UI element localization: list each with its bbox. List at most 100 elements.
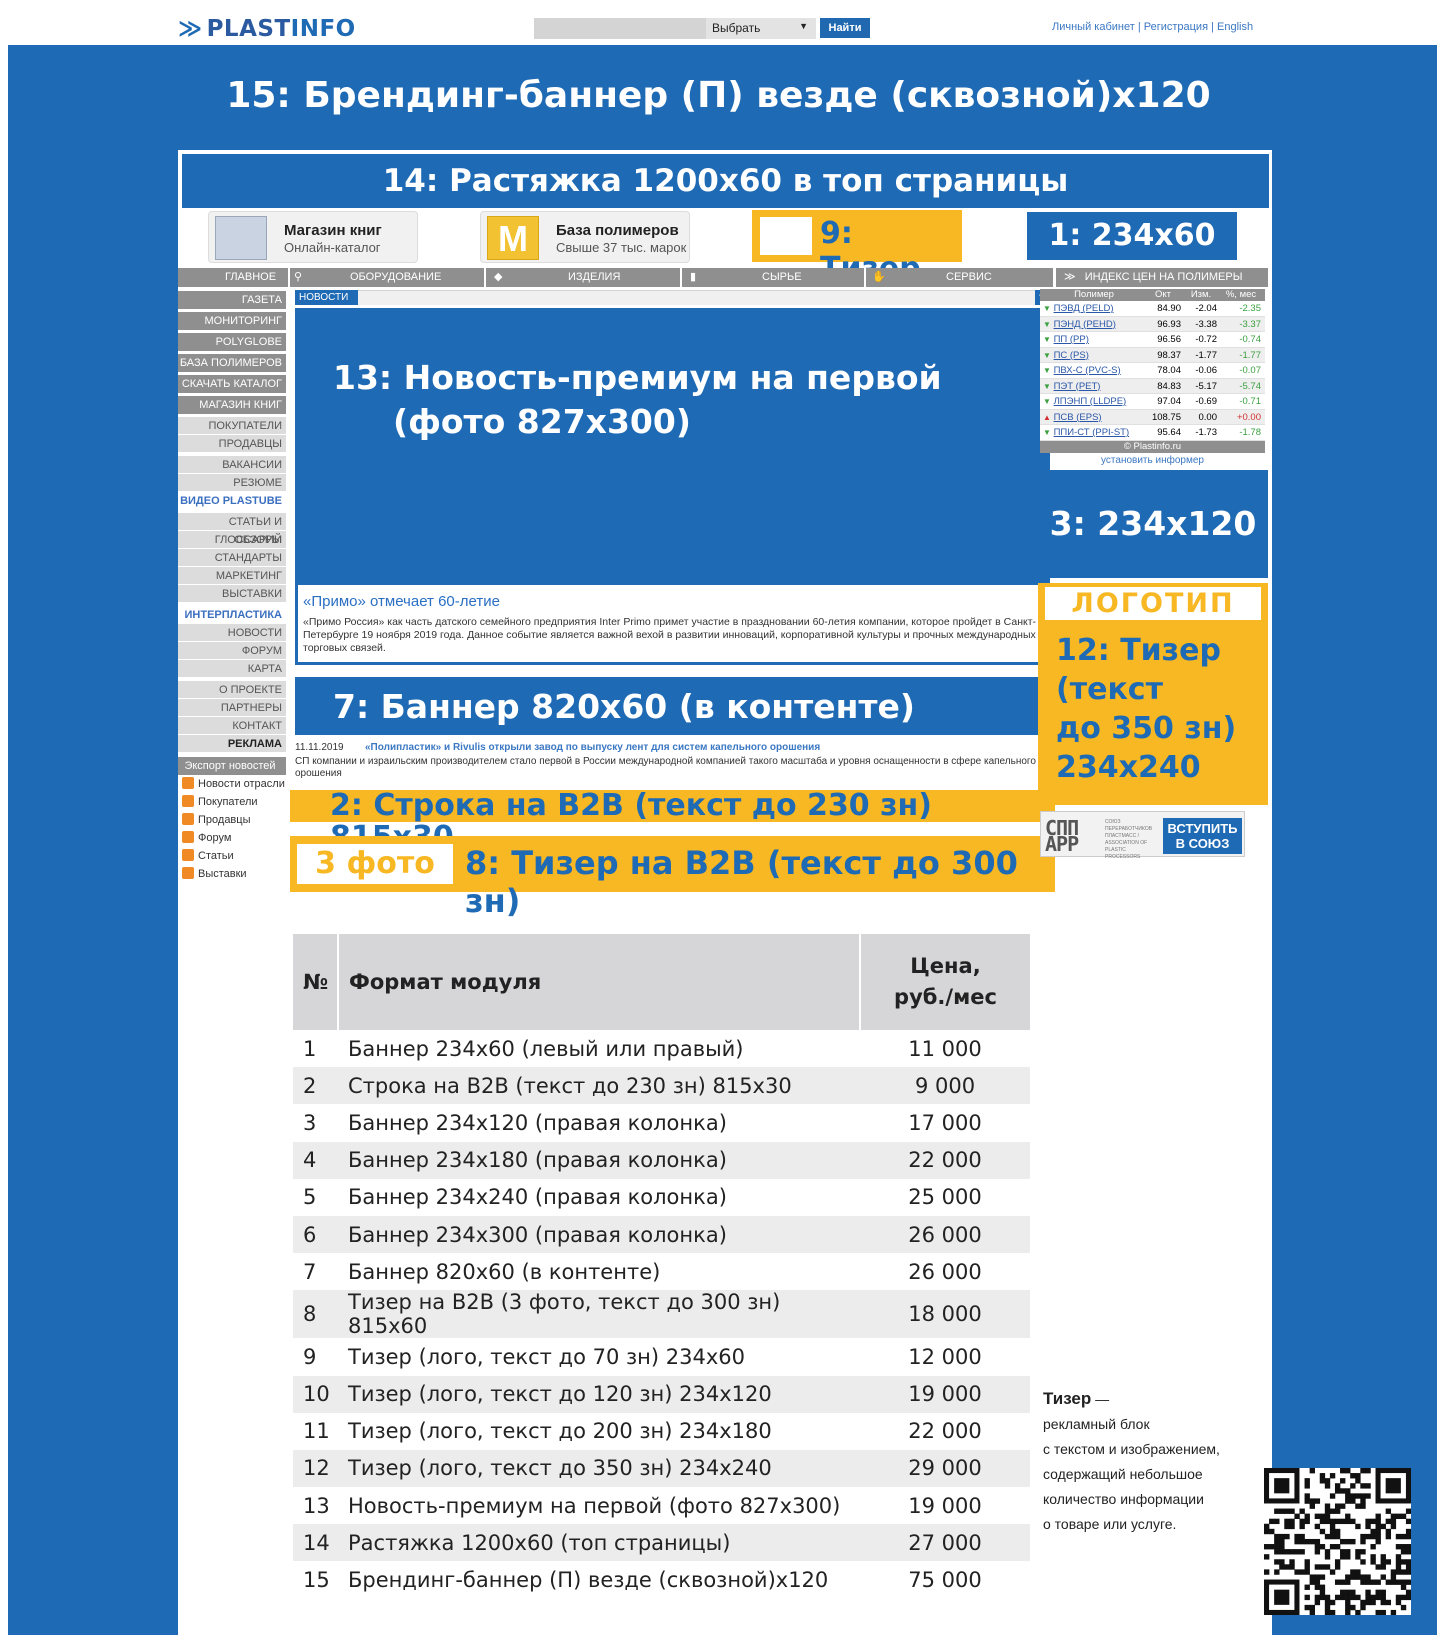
menu-home[interactable]: ГЛАВНОЕ	[225, 268, 276, 287]
left-menu-item[interactable]: ГЛОССАРИЙ	[178, 531, 286, 549]
menu-service[interactable]: СЕРВИС	[946, 268, 992, 287]
join-union-button[interactable]: ВСТУПИТЬ В СОЮЗ	[1163, 818, 1242, 854]
b2b-line-banner-2[interactable]: 2: Строка на B2B (текст до 230 зн) 815х3…	[290, 790, 1055, 854]
account-links[interactable]: Личный кабинет | Регистрация | English	[1052, 21, 1253, 33]
menu-products[interactable]: ИЗДЕЛИЯ	[568, 268, 620, 287]
price-index-footer: © Plastinfo.ru	[1040, 440, 1265, 453]
row-price: 12 000	[908, 1344, 982, 1369]
left-menu-item[interactable]: СТАНДАРТЫ	[178, 549, 286, 567]
top-stretch-banner[interactable]: 14: Растяжка 1200х60 в топ страницы	[182, 154, 1269, 208]
left-menu-item[interactable]: МАРКЕТИНГ	[178, 567, 286, 585]
left-menu-item[interactable]: ФОРУМ	[178, 642, 286, 660]
left-menu-item[interactable]: ИНТЕРПЛАСТИКА	[178, 606, 286, 624]
col-percent: %, мес	[1225, 289, 1257, 300]
news-title-link[interactable]: «Примо» отмечает 60-летие	[303, 593, 1042, 610]
polymer-link[interactable]: ПС (PS)	[1054, 350, 1089, 361]
row-number: 4	[293, 1141, 338, 1179]
menu-raw[interactable]: СЫРЬЕ	[762, 268, 802, 287]
table-row: 15 Брендинг-баннер (П) везде (сквозной)х1…	[293, 1561, 1030, 1598]
left-menu-item[interactable]: РЕЗЮМЕ	[178, 474, 286, 492]
row-number: 6	[293, 1215, 338, 1254]
b2b-teaser-8[interactable]: 3 фото 8: Тизер на B2B (текст до 300 зн)	[290, 836, 1055, 920]
polymer-link[interactable]: ПСВ (EPS)	[1054, 412, 1102, 423]
left-menu-item[interactable]: КАРТА	[178, 660, 286, 678]
left-menu-item[interactable]: БАЗА ПОЛИМЕРОВ	[178, 354, 286, 375]
join-union-line2: В СОЮЗ	[1175, 836, 1230, 851]
price-oct: 78.04	[1157, 365, 1181, 376]
polymer-link[interactable]: ПЭНД (PEHD)	[1054, 319, 1116, 330]
row-format: Строка на B2B (текст до 230 зн) 815х30	[338, 1067, 860, 1105]
book-shop-promo[interactable]: Магазин книг Онлайн-каталог	[208, 211, 418, 263]
rss-link[interactable]: Форум	[178, 829, 286, 847]
left-menu-item[interactable]: POLYGLOBE	[178, 333, 286, 354]
left-menu-item[interactable]: МОНИТОРИНГ	[178, 312, 286, 333]
note-line: рекламный блок	[1043, 1416, 1150, 1432]
left-menu-item[interactable]: О ПРОЕКТЕ	[178, 681, 286, 699]
left-menu-item[interactable]: КОНТАКТ	[178, 717, 286, 735]
bottle-icon: ▮	[690, 271, 697, 283]
premium-news-photo[interactable]	[295, 308, 1050, 585]
category-select[interactable]: Выбрать ▼	[706, 18, 816, 39]
col-oct: Окт	[1154, 289, 1171, 300]
left-menu-item[interactable]: ПОКУПАТЕЛИ	[178, 417, 286, 435]
search-input[interactable]	[534, 18, 706, 39]
row-price: 25 000	[908, 1185, 982, 1210]
export-news-link[interactable]: Экспорт новостей	[178, 757, 286, 775]
site-logo[interactable]: ≫ PLASTINFO	[178, 16, 356, 42]
polymer-base-title: База полимеров	[556, 222, 679, 239]
rss-icon	[182, 795, 194, 807]
polymer-link[interactable]: ПП (PP)	[1054, 334, 1089, 345]
rss-link[interactable]: Новости отрасли	[178, 775, 286, 793]
polymer-link[interactable]: ППИ-СТ (PPI-ST)	[1054, 427, 1130, 438]
news-headline-link[interactable]: «Полипластик» и Rivulis открыли завод по…	[365, 742, 820, 753]
left-menu-item[interactable]: НОВОСТИ	[178, 624, 286, 642]
row-number: 2	[293, 1067, 338, 1105]
price-percent: -1.77	[1239, 349, 1261, 361]
polymer-base-promo[interactable]: M База полимеров Свыше 37 тыс. марок	[480, 211, 690, 263]
content-banner-7[interactable]: 7: Баннер 820х60 (в контенте)	[295, 677, 1050, 735]
teaser-9[interactable]: 9: Тизер	[752, 210, 962, 286]
teaser-12[interactable]: ЛОГОТИП 12: Тизер (текст до 350 зн) 234х…	[1038, 583, 1268, 805]
left-menu-item[interactable]: МАГАЗИН КНИГ	[178, 396, 286, 417]
menu-equipment[interactable]: ОБОРУДОВАНИЕ	[350, 268, 441, 287]
price-index-row: ▲ ПСВ (EPS) 108.75 0.00 +0.00	[1040, 409, 1265, 425]
col-polymer: Полимер	[1074, 289, 1114, 300]
left-menu-item[interactable]: ПАРТНЕРЫ	[178, 699, 286, 717]
teaser-8-label: 8: Тизер на B2B (текст до 300 зн)	[465, 844, 1018, 920]
box-icon: ◆	[494, 271, 503, 283]
find-button[interactable]: Найти	[820, 18, 870, 38]
left-menu-item[interactable]: СКАЧАТЬ КАТАЛОГ	[178, 375, 286, 396]
rss-link-label: Покупатели	[198, 796, 258, 808]
row-price: 26 000	[860, 1215, 1030, 1254]
branding-banner-label: 15: Брендинг-баннер (П) везде (сквозной)…	[226, 75, 1211, 116]
rss-link[interactable]: Продавцы	[178, 811, 286, 829]
left-menu-item[interactable]: РЕКЛАМА	[178, 735, 286, 753]
polymer-link[interactable]: ПВХ-С (PVC-S)	[1054, 365, 1121, 376]
teaser-12-line2: (текст	[1056, 672, 1163, 707]
left-menu-item[interactable]: ВАКАНСИИ	[178, 456, 286, 474]
left-menu-item[interactable]: ГАЗЕТА	[178, 291, 286, 312]
banner-1[interactable]: 1: 234х60	[1027, 212, 1237, 260]
rss-link[interactable]: Покупатели	[178, 793, 286, 811]
spp-union-banner[interactable]: СПП АРР СОЮЗ ПЕРЕРАБОТЧИКОВ ПЛАСТМАСС / A…	[1040, 811, 1245, 860]
premium-news-label-line1: 13: Новость-премиум на первой	[333, 358, 942, 397]
note-lines: рекламный блок с текстом и изображением, с…	[1043, 1412, 1243, 1537]
rss-link[interactable]: Статьи	[178, 847, 286, 865]
left-menu-item[interactable]: СТАТЬИ И ОБЗОРЫ	[178, 513, 286, 546]
price-index-header[interactable]: ≫ ИНДЕКС ЦЕН НА ПОЛИМЕРЫ	[1056, 268, 1268, 287]
table-row: 11 Тизер (лого, текст до 200 зн) 234х180 2…	[293, 1413, 1030, 1450]
banner-3[interactable]: 3: 234х120	[1038, 470, 1268, 578]
rss-link[interactable]: Выставки	[178, 865, 286, 883]
left-menu-item[interactable]: ВИДЕО PLASTUBE	[178, 492, 286, 510]
polymer-link[interactable]: ПЭТ (PET)	[1054, 381, 1101, 392]
table-row: 3 Баннер 234х120 (правая колонка) 17 000	[293, 1104, 1030, 1141]
polymer-link[interactable]: ЛПЭНП (LLDPE)	[1054, 396, 1127, 407]
left-menu-item[interactable]: ПРОДАВЦЫ	[178, 435, 286, 453]
install-informer-link[interactable]: установить информер	[1040, 455, 1265, 466]
tab-news[interactable]: НОВОСТИ	[295, 290, 358, 305]
left-menu-item[interactable]: ВЫСТАВКИ	[178, 585, 286, 603]
price-index-polymer: ▼ ПС (PS)	[1040, 348, 1145, 363]
polymer-link[interactable]: ПЭВД (PELD)	[1054, 303, 1114, 314]
qr-code[interactable]	[1264, 1468, 1411, 1615]
price-index-row: ▼ ПЭТ (PET) 84.83 -5.17 -5.74	[1040, 378, 1265, 394]
